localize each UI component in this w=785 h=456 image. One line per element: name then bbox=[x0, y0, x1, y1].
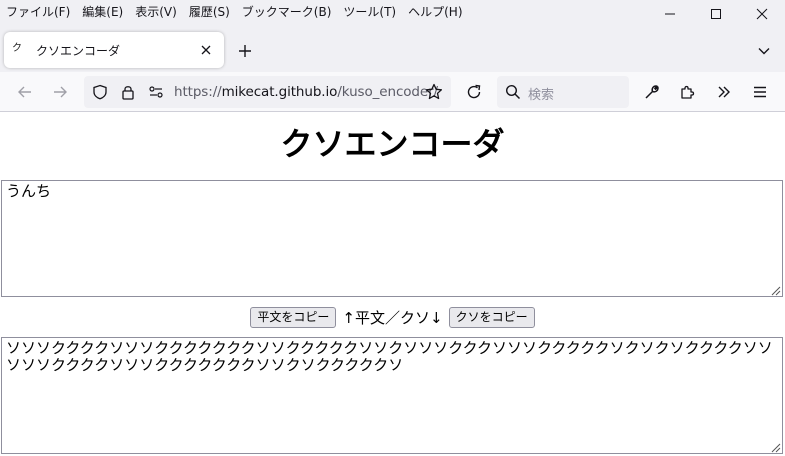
search-placeholder: 検索 bbox=[528, 88, 555, 103]
minimize-icon bbox=[665, 13, 675, 15]
tab-title: クソエンコーダ bbox=[36, 43, 121, 58]
devtools-button[interactable] bbox=[642, 82, 662, 102]
copy-controls: 平文をコピー ↑平文／クソ↓ クソをコピー bbox=[0, 304, 785, 330]
new-tab-button[interactable] bbox=[234, 40, 256, 62]
navigation-bar: https://mikecat.github.io/kuso_encoder/ … bbox=[0, 72, 785, 112]
url-path: /kuso_encoder/ bbox=[337, 84, 438, 100]
close-icon bbox=[756, 8, 768, 20]
search-bar[interactable]: 検索 bbox=[497, 76, 629, 108]
menu-edit[interactable]: 編集(E) bbox=[76, 1, 129, 23]
bookmark-star-icon[interactable] bbox=[424, 82, 444, 102]
resize-grip-icon[interactable] bbox=[769, 284, 781, 296]
forward-button[interactable] bbox=[50, 82, 70, 102]
url-text[interactable]: https://mikecat.github.io/kuso_encoder/ bbox=[174, 84, 438, 100]
menu-view[interactable]: 表示(V) bbox=[129, 1, 183, 23]
url-prefix: https:// bbox=[174, 84, 222, 100]
extensions-button[interactable] bbox=[678, 82, 698, 102]
menu-help[interactable]: ヘルプ(H) bbox=[402, 1, 468, 23]
permissions-icon[interactable] bbox=[146, 82, 166, 102]
direction-label: ↑平文／クソ↓ bbox=[342, 308, 443, 327]
url-bar[interactable]: https://mikecat.github.io/kuso_encoder/ bbox=[84, 76, 451, 108]
page-content: クソエンコーダ うんち 平文をコピー ↑平文／クソ↓ クソをコピー ソソソククク… bbox=[0, 113, 785, 456]
app-menu-button[interactable] bbox=[750, 82, 770, 102]
url-host: mikecat.github.io bbox=[221, 84, 338, 100]
maximize-icon bbox=[711, 9, 721, 19]
reload-icon bbox=[467, 84, 481, 99]
reload-button[interactable] bbox=[464, 82, 484, 102]
menu-bookmarks[interactable]: ブックマーク(B) bbox=[236, 1, 338, 23]
chevron-double-right-icon bbox=[718, 86, 730, 98]
arrow-right-icon bbox=[54, 86, 67, 98]
more-tools-button[interactable] bbox=[714, 82, 734, 102]
tab-close-button[interactable] bbox=[196, 40, 216, 60]
list-all-tabs-button[interactable] bbox=[753, 40, 775, 62]
back-button[interactable] bbox=[15, 82, 35, 102]
menu-history[interactable]: 履歴(S) bbox=[183, 1, 236, 23]
copy-kuso-button[interactable]: クソをコピー bbox=[448, 306, 535, 328]
tab-kuso-encoder[interactable]: ク クソエンコーダ bbox=[4, 32, 224, 68]
page-title: クソエンコーダ bbox=[280, 126, 505, 162]
plaintext-textarea[interactable]: うんち bbox=[1, 180, 783, 297]
close-icon bbox=[201, 45, 211, 55]
arrow-left-icon bbox=[18, 86, 31, 98]
kuso-textarea[interactable]: ソソソククククソソソクククククククソソクククククソソクソソソクククソソソクククク… bbox=[1, 337, 783, 454]
shield-icon[interactable] bbox=[90, 82, 110, 102]
menu-file[interactable]: ファイル(F) bbox=[0, 1, 76, 23]
menu-tools[interactable]: ツール(T) bbox=[337, 1, 402, 23]
lock-icon[interactable] bbox=[118, 82, 138, 102]
chevron-down-icon bbox=[758, 48, 770, 55]
resize-grip-icon[interactable] bbox=[769, 441, 781, 453]
search-icon bbox=[503, 82, 523, 102]
plus-icon bbox=[239, 45, 251, 57]
hamburger-menu-icon bbox=[754, 86, 766, 98]
tab-bar: ク クソエンコーダ bbox=[0, 24, 785, 72]
copy-plaintext-button[interactable]: 平文をコピー bbox=[250, 306, 337, 328]
wrench-icon bbox=[645, 85, 659, 99]
tab-favicon-icon: ク bbox=[12, 43, 22, 54]
puzzle-icon bbox=[681, 85, 695, 99]
